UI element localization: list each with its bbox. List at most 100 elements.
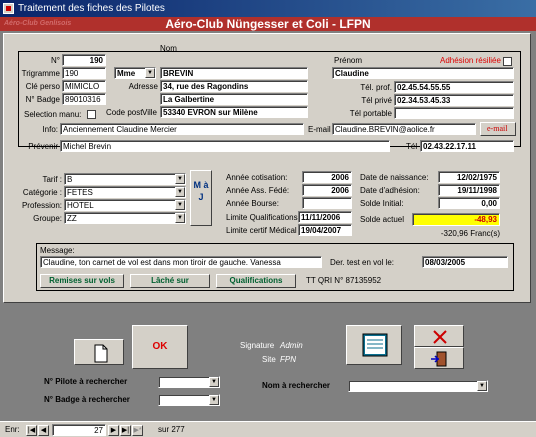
- maj-button[interactable]: M à J: [190, 170, 212, 226]
- limite-qualif-label: Limite Qualifications: [226, 213, 298, 222]
- email-label: E-mail: [308, 125, 331, 134]
- adhesion-label: Date d'adhésion:: [360, 186, 420, 195]
- categorie-value: FETES: [67, 188, 93, 197]
- limite-medical-field[interactable]: 19/04/2007: [298, 224, 352, 236]
- nom-search-label: Nom à rechercher: [262, 381, 331, 390]
- naissance-field[interactable]: 12/02/1975: [438, 171, 500, 183]
- tel-field[interactable]: 02.43.22.17.11: [420, 140, 514, 152]
- pilote-search-select[interactable]: ▼: [158, 376, 220, 388]
- chevron-down-icon[interactable]: ▼: [175, 187, 185, 197]
- cle-perso-field[interactable]: MIMICLO: [62, 80, 106, 92]
- code-postal-label: Code post: [106, 108, 143, 117]
- ok-button[interactable]: OK: [132, 325, 188, 369]
- trigramme-field[interactable]: 190: [62, 67, 106, 79]
- prevenir-label: Prévenir: [28, 142, 58, 151]
- der-test-field[interactable]: 08/03/2005: [422, 256, 508, 268]
- ass-fede-label: Année Ass. Fédé:: [226, 186, 290, 195]
- groupe-value: ZZ: [67, 214, 77, 223]
- limite-qualif-field[interactable]: 11/11/2006: [298, 211, 352, 223]
- tarif-value: B: [67, 175, 73, 184]
- main-panel: N° 190 Trigramme 190 Mme ▼ Nom BREVIN Pr…: [3, 33, 531, 303]
- email-field[interactable]: Claudine.BREVIN@aolice.fr: [332, 123, 476, 135]
- trigramme-label: Trigramme: [21, 69, 60, 78]
- remises-sur-vols-button[interactable]: Remises sur vols: [40, 274, 124, 288]
- categorie-select[interactable]: FETES ▼: [64, 186, 186, 198]
- badge-search-label: N° Badge à rechercher: [44, 395, 130, 404]
- form-title: Aéro-Club Nüngesser et Coli - LFPN: [165, 17, 371, 31]
- prenom-field[interactable]: Claudine: [332, 67, 514, 79]
- badge-label: N° Badge: [25, 95, 60, 104]
- adhesion-resiliee-label: Adhésion résiliée: [440, 56, 501, 65]
- delete-button[interactable]: [414, 325, 464, 347]
- chevron-down-icon[interactable]: ▼: [175, 174, 185, 184]
- footer-area: OK Signature Admin Site FPN N° Pilote à …: [0, 305, 536, 420]
- nom-search-select[interactable]: ▼: [348, 380, 488, 392]
- ass-fede-field[interactable]: 2006: [302, 184, 352, 196]
- bourse-field[interactable]: [302, 197, 352, 209]
- groupe-select[interactable]: ZZ ▼: [64, 212, 186, 224]
- signature-label: Signature: [240, 341, 275, 350]
- info-field[interactable]: Anciennement Claudine Mercier: [60, 123, 304, 135]
- chevron-down-icon[interactable]: ▼: [209, 395, 219, 405]
- new-record-button[interactable]: [74, 339, 124, 365]
- badge-field[interactable]: 89010316: [62, 93, 106, 105]
- current-record-field[interactable]: 27: [52, 424, 106, 436]
- last-record-button[interactable]: ▶|: [120, 425, 131, 436]
- profession-value: HOTEL: [67, 201, 94, 210]
- adhesion-resiliee-checkbox[interactable]: [503, 57, 512, 66]
- naissance-label: Date de naissance:: [360, 173, 429, 182]
- qualifications-button[interactable]: Qualifications: [216, 274, 296, 288]
- prevenir-field[interactable]: Michel Brevin: [60, 140, 390, 152]
- selection-manu-label: Selection manu:: [24, 110, 82, 119]
- chevron-down-icon[interactable]: ▼: [209, 377, 219, 387]
- adresse-label: Adresse: [128, 82, 158, 91]
- nom-label: Nom: [160, 44, 177, 53]
- prev-record-button[interactable]: ◀: [38, 425, 49, 436]
- record-count-label: sur 277: [158, 425, 185, 434]
- pilot-number-field[interactable]: 190: [62, 54, 106, 66]
- adresse-line2-field[interactable]: La Galbertine: [160, 93, 308, 105]
- ville-field[interactable]: 53340 EVRON sur Milène: [160, 106, 308, 118]
- close-icon: [433, 330, 447, 344]
- site-label: Site: [262, 355, 276, 364]
- tel-prive-field[interactable]: 02.34.53.45.33: [394, 94, 514, 106]
- nom-field[interactable]: BREVIN: [160, 67, 308, 79]
- selection-manu-checkbox[interactable]: [87, 110, 96, 119]
- message-label: Message:: [40, 246, 75, 255]
- adresse-line1-field[interactable]: 34, rue des Ragondins: [160, 80, 308, 92]
- tel-prof-field[interactable]: 02.45.54.55.55: [394, 81, 514, 93]
- window-title-bar: Traitement des fiches des Pilotes: [0, 0, 536, 17]
- prenom-label: Prénom: [334, 56, 363, 65]
- record-navigator: Enr: |◀ ◀ 27 ▶ ▶| ▶* sur 277: [0, 421, 536, 437]
- report-button[interactable]: [346, 325, 402, 365]
- first-record-button[interactable]: |◀: [26, 425, 37, 436]
- chevron-down-icon[interactable]: ▼: [175, 213, 185, 223]
- tt-qri-label: TT QRI N° 87135952: [306, 276, 382, 285]
- next-record-button[interactable]: ▶: [108, 425, 119, 436]
- message-field[interactable]: Claudine, ton carnet de vol est dans mon…: [40, 256, 322, 268]
- solde-actuel-field: -48,93: [412, 213, 500, 226]
- badge-search-select[interactable]: ▼: [158, 394, 220, 406]
- solde-initial-field[interactable]: 0,00: [438, 197, 500, 209]
- tel-portable-field[interactable]: [394, 107, 514, 119]
- civilite-select[interactable]: Mme ▼: [114, 67, 156, 79]
- chevron-down-icon[interactable]: ▼: [145, 68, 155, 78]
- chevron-down-icon[interactable]: ▼: [477, 381, 487, 391]
- new-document-icon: [94, 344, 108, 363]
- exit-button[interactable]: [414, 347, 464, 369]
- chevron-down-icon[interactable]: ▼: [175, 200, 185, 210]
- tarif-select[interactable]: B ▼: [64, 173, 186, 185]
- solde-francs-label: -320,96 Franc(s): [440, 229, 500, 238]
- new-record-nav-button[interactable]: ▶*: [132, 425, 143, 436]
- adhesion-field[interactable]: 19/11/1998: [438, 184, 500, 196]
- cotisation-field[interactable]: 2006: [302, 171, 352, 183]
- tel-prive-label: Tél privé: [361, 96, 392, 105]
- lache-sur-button[interactable]: Lâché sur: [130, 274, 210, 288]
- profession-select[interactable]: HOTEL ▼: [64, 199, 186, 211]
- exit-door-icon: [431, 351, 447, 367]
- groupe-label: Groupe:: [33, 214, 62, 223]
- cotisation-label: Année cotisation:: [226, 173, 288, 182]
- categorie-label: Catégorie :: [22, 188, 62, 197]
- civilite-value: Mme: [117, 69, 136, 78]
- email-button[interactable]: e-mail: [480, 122, 516, 136]
